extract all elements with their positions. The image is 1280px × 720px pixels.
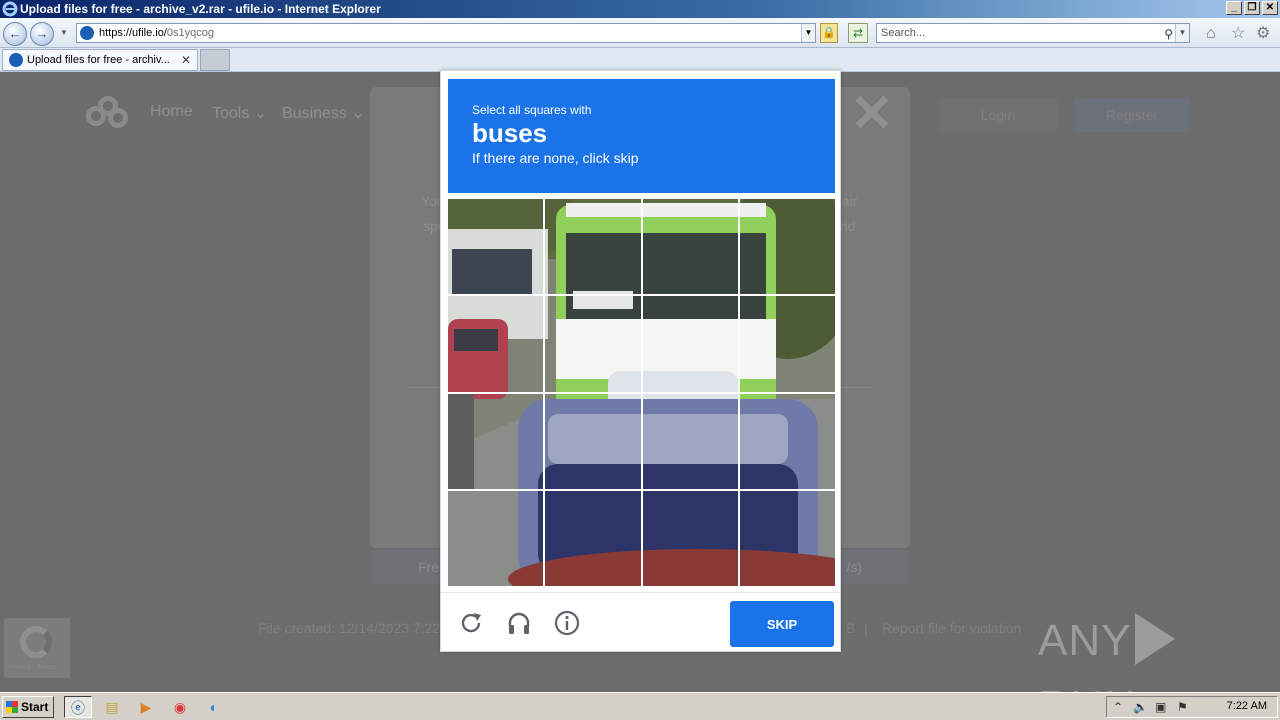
system-tray: ⌃ 🔈 ▣ ⚑ 7:22 AM [1106,696,1278,718]
captcha-tile-1[interactable] [448,199,546,297]
captcha-tile-4[interactable] [737,199,835,297]
captcha-tile-6[interactable] [543,294,643,394]
nav-home[interactable]: Home [150,103,193,121]
search-input[interactable]: Search... ⚲ ▼ [876,23,1190,43]
taskbar-media-player-icon[interactable]: ▶ [132,696,160,718]
headphones-icon[interactable] [505,609,533,637]
captcha-hint: If there are none, click skip [472,150,639,166]
address-dropdown-icon[interactable]: ▼ [801,24,815,42]
tab-row: Upload files for free - archiv... ✕ [0,48,1280,72]
play-icon [1135,613,1176,666]
captcha-tile-12[interactable] [737,391,835,491]
download-free-label: Fre [418,559,439,575]
taskbar-ie-icon[interactable]: ⓔ [64,696,92,718]
search-placeholder: Search... [881,27,926,39]
captcha-challenge: Select all squares with buses If there a… [440,70,841,652]
captcha-target: buses [472,118,548,148]
captcha-tile-11[interactable] [640,391,740,491]
captcha-image-grid [448,199,835,586]
compatibility-refresh-icon[interactable]: ⇄ [848,23,868,43]
captcha-tile-2[interactable] [543,199,643,297]
info-icon[interactable] [553,609,581,637]
nav-business[interactable]: Business ⌄ [282,103,365,123]
taskbar: Start ⓔ ▤ ▶ ◉ ◐ ⌃ 🔈 ▣ ⚑ 7:22 AM [0,692,1280,720]
internet-explorer-icon [2,1,18,17]
url-host: https://ufile.io/ [99,27,167,39]
window-titlebar: Upload files for free - archive_v2.rar -… [0,0,1280,18]
report-file-link[interactable]: Report file for violation [882,620,1021,636]
lock-icon[interactable]: 🔒 [820,23,838,43]
restore-button[interactable]: ❐ [1244,1,1260,15]
file-created-text: File created: 12/14/2023 7:22 [258,620,441,636]
search-icon[interactable]: ⚲ [1164,25,1173,43]
nav-tools[interactable]: Tools ⌄ [212,103,267,123]
action-center-flag-icon[interactable]: ⚑ [1177,700,1188,714]
file-size-suffix: B [846,620,856,636]
taskbar-chrome-icon[interactable]: ◉ [166,696,194,718]
captcha-tile-13[interactable] [448,488,546,586]
favorites-star-icon[interactable]: ☆ [1231,26,1245,42]
navigation-bar: ← → ▼ https://ufile.io/0s1yqcog ▼ 🔒 ⇄ Se… [0,18,1280,48]
back-button[interactable]: ← [3,22,27,46]
recaptcha-badge[interactable]: Privacy - Terms [4,618,70,678]
forward-button[interactable]: → [30,22,54,46]
search-dropdown-icon[interactable]: ▼ [1175,24,1189,42]
captcha-footer: SKIP [441,592,840,652]
close-window-button[interactable]: ✕ [1262,1,1278,15]
login-button[interactable]: Login [938,98,1058,132]
captcha-tile-5[interactable] [448,294,546,394]
address-bar[interactable]: https://ufile.io/0s1yqcog ▼ [76,23,816,43]
new-tab-button[interactable] [200,49,230,71]
network-icon[interactable]: ▣ [1155,700,1166,714]
captcha-tile-8[interactable] [737,294,835,394]
tab-ufile[interactable]: Upload files for free - archiv... ✕ [2,49,198,71]
taskbar-clock[interactable]: 7:22 AM [1227,700,1267,712]
home-icon[interactable]: ⌂ [1206,26,1216,42]
footer-separator: | [864,620,868,636]
windows-flag-icon [6,701,18,713]
history-dropdown-icon[interactable]: ▼ [60,28,68,37]
anyrun-watermark: ANY RUN [1038,608,1238,692]
register-button[interactable]: Register [1074,98,1190,132]
download-speed-label: /s) [846,559,862,575]
captcha-tile-15[interactable] [640,488,740,586]
recaptcha-logo-icon [20,626,52,658]
recaptcha-badge-text: Privacy - Terms [8,664,57,671]
taskbar-explorer-icon[interactable]: ▤ [98,696,126,718]
watermark-left: ANY [1038,616,1132,665]
tab-label: Upload files for free - archiv... [27,54,170,66]
watermark-right: RUN [1038,682,1136,692]
captcha-tile-9[interactable] [448,391,546,491]
window-title: Upload files for free - archive_v2.rar -… [20,2,381,16]
tray-expand-icon[interactable]: ⌃ [1113,700,1123,714]
captcha-tile-16[interactable] [737,488,835,586]
captcha-header: Select all squares with buses If there a… [448,79,835,193]
dialog-close-icon[interactable]: ✕ [850,88,894,140]
volume-icon[interactable]: 🔈 [1133,700,1148,714]
captcha-instruction: Select all squares with [472,103,592,117]
captcha-tile-14[interactable] [543,488,643,586]
minimize-button[interactable]: _ [1226,1,1242,15]
url-path: 0s1yqcog [166,27,214,39]
ufile-logo [86,96,130,132]
captcha-tile-3[interactable] [640,199,740,297]
captcha-tile-7[interactable] [640,294,740,394]
tab-favicon-icon [9,53,23,67]
start-label: Start [21,700,49,714]
site-favicon-icon [80,26,94,40]
taskbar-edge-icon[interactable]: ◐ [200,696,228,718]
dialog-text-right-2: nd [840,218,856,234]
start-button[interactable]: Start [2,696,54,718]
close-tab-icon[interactable]: ✕ [181,50,191,70]
skip-button[interactable]: SKIP [730,601,834,647]
captcha-tile-10[interactable] [543,391,643,491]
refresh-icon[interactable] [457,609,485,637]
tools-gear-icon[interactable]: ⚙ [1256,26,1270,42]
